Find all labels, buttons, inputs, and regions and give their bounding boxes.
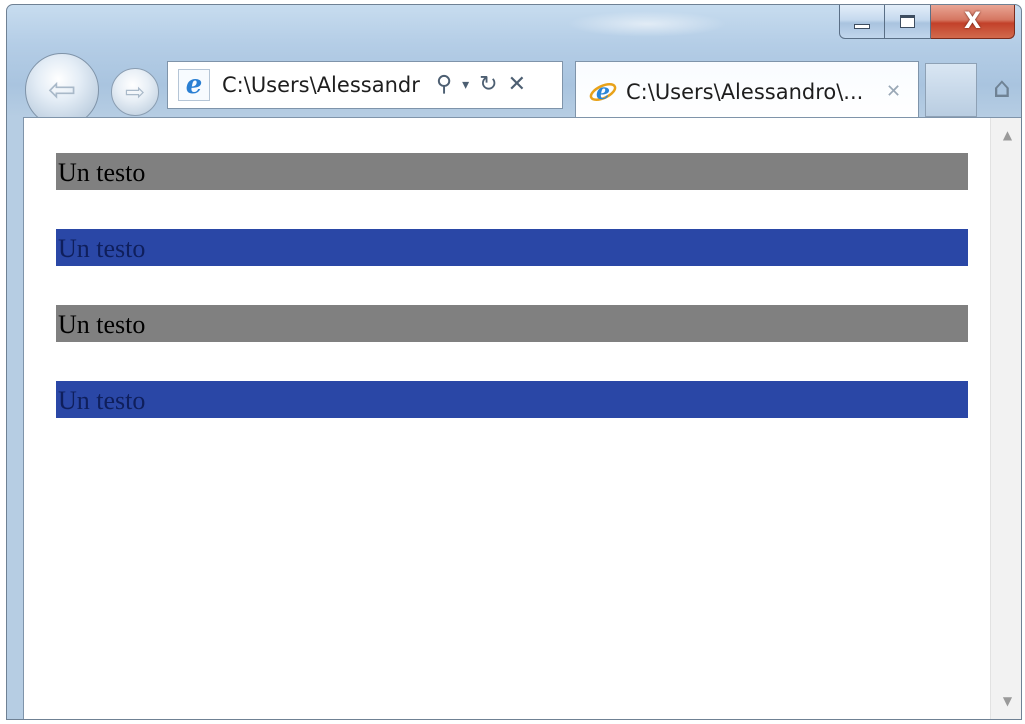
search-icon[interactable]: ⚲ bbox=[436, 74, 452, 96]
ie-logo-icon: e bbox=[589, 79, 617, 105]
browser-window: X ⇦ ⇨ e C:\Users\Alessandr ⚲ ▾ ↻ ✕ e C:\… bbox=[6, 4, 1022, 720]
page-viewport: Un testo Un testo Un testo Un testo ▲ ▼ bbox=[23, 117, 1021, 719]
refresh-icon[interactable]: ↻ bbox=[479, 74, 497, 96]
tab-active[interactable]: e C:\Users\Alessandro\... ✕ bbox=[575, 61, 919, 121]
address-bar[interactable]: e C:\Users\Alessandr ⚲ ▾ ↻ ✕ bbox=[167, 61, 563, 109]
scroll-down-icon[interactable]: ▼ bbox=[991, 694, 1021, 708]
titlebar-glow bbox=[567, 11, 727, 37]
forward-button[interactable]: ⇨ bbox=[111, 68, 159, 116]
text-bar-4: Un testo bbox=[56, 381, 968, 418]
vertical-scrollbar[interactable]: ▲ ▼ bbox=[990, 118, 1021, 719]
page-content: Un testo Un testo Un testo Un testo bbox=[24, 118, 990, 719]
text-bar-2: Un testo bbox=[56, 229, 968, 266]
address-input[interactable]: C:\Users\Alessandr bbox=[222, 73, 428, 97]
home-icon[interactable]: ⌂ bbox=[993, 71, 1011, 104]
dropdown-arrow-icon[interactable]: ▾ bbox=[462, 78, 469, 92]
svg-text:e: e bbox=[596, 79, 610, 105]
maximize-icon bbox=[900, 15, 915, 28]
text-bar-3: Un testo bbox=[56, 305, 968, 342]
ie-logo-icon: e bbox=[185, 70, 203, 100]
new-tab-button[interactable] bbox=[925, 63, 977, 117]
close-icon: X bbox=[964, 8, 981, 34]
minimize-icon bbox=[854, 24, 870, 29]
close-window-button[interactable]: X bbox=[931, 5, 1015, 39]
scroll-up-icon[interactable]: ▲ bbox=[991, 128, 1021, 142]
back-arrow-icon: ⇦ bbox=[47, 70, 77, 110]
minimize-button[interactable] bbox=[839, 5, 885, 39]
caption-buttons: X bbox=[839, 5, 1015, 39]
tab-close-icon[interactable]: ✕ bbox=[886, 81, 901, 102]
text-bar-1: Un testo bbox=[56, 153, 968, 190]
stop-icon[interactable]: ✕ bbox=[508, 74, 526, 96]
tab-favicon: e bbox=[588, 77, 618, 107]
forward-arrow-icon: ⇨ bbox=[124, 78, 146, 106]
tab-title: C:\Users\Alessandro\... bbox=[626, 79, 864, 104]
maximize-button[interactable] bbox=[885, 5, 931, 39]
page-favicon-icon: e bbox=[178, 69, 210, 101]
back-button[interactable]: ⇦ bbox=[25, 53, 99, 127]
address-tools: ⚲ ▾ ↻ ✕ bbox=[436, 74, 526, 96]
